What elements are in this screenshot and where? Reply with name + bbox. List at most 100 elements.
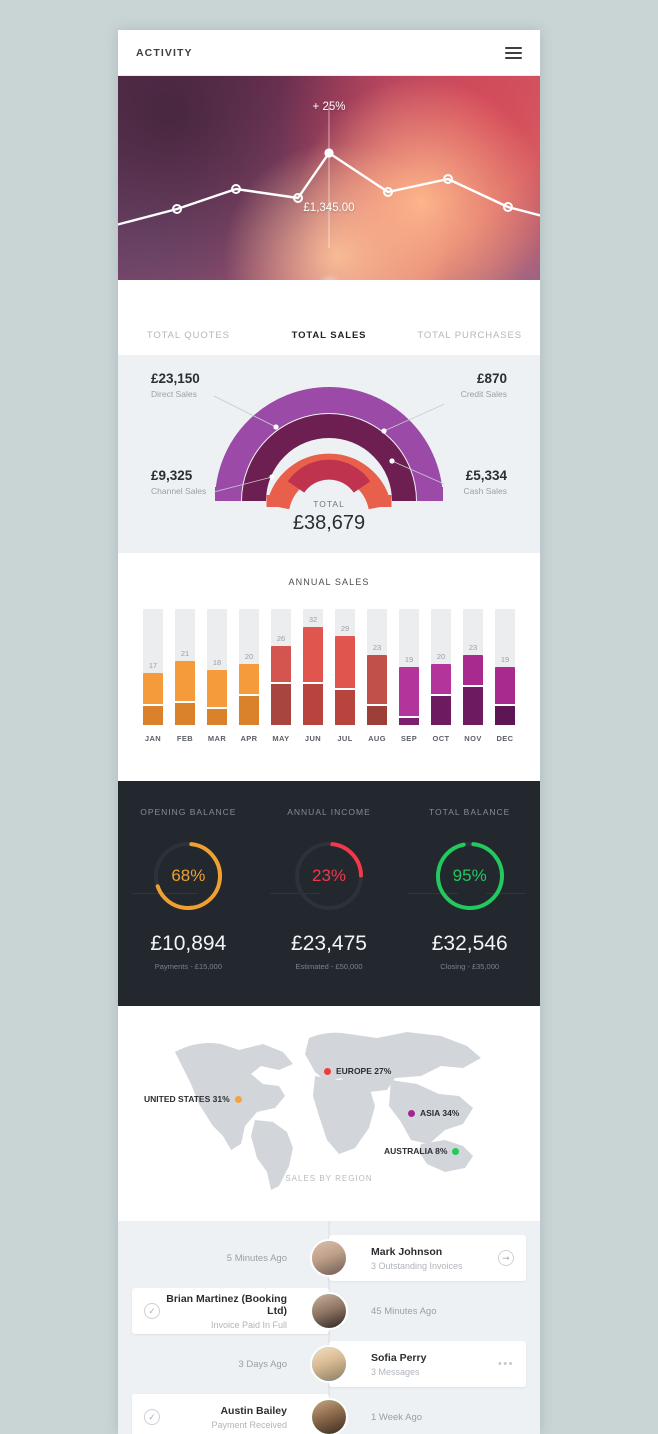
scrubber-tick-4[interactable]: 15 DEC [374,288,409,308]
bar-sep[interactable]: 19 [399,609,419,725]
bar-nov[interactable]: 23 [463,609,483,725]
bar-apr[interactable]: 20 [239,609,259,725]
bar-fill [175,661,195,725]
feed-text: Mark Johnson 3 Outstanding Invoices [371,1246,463,1271]
bar-jul[interactable]: 29 [335,609,355,725]
balance-percent: 95% [452,866,487,885]
balance-card-1[interactable]: ANNUAL INCOME 23% £23,475 Estimated - £50,0… [259,807,400,971]
gauge-total-value: £38,679 [292,512,366,534]
page-title: ACTIVITY [136,46,193,59]
date-scrubber[interactable]: 15 OCT 30 OCT 15 NOV 30 NOV 15 DEC 30 DE… [118,280,540,316]
bar-sub-fill [239,694,259,725]
scrubber-tick-5[interactable]: 30 DEC [434,288,469,308]
scrubber-tick-6[interactable]: 15 JAN [494,288,527,308]
bar-label: FEB [176,734,194,743]
bar-sub-fill [431,694,451,725]
feed-card[interactable]: Mark Johnson 3 Outstanding Invoices ➞ [329,1235,526,1281]
bar-value: 21 [180,649,190,658]
gauge-key: Cash Sales [463,486,507,496]
bar-oct[interactable]: 20 [431,609,451,725]
balance-percent: 23% [311,866,347,885]
feed-name: Sofia Perry [371,1351,427,1364]
bar-fill [239,664,259,725]
scrubber-tick-0[interactable]: 15 OCT [131,288,166,308]
feed-sub: Invoice Paid In Full [210,1319,287,1330]
balance-card-0[interactable]: OPENING BALANCE 68% £10,894 Payments - £15,… [118,807,259,971]
bar-value: 19 [404,655,414,664]
bar-dec[interactable]: 19 [495,609,515,725]
go-arrow-icon[interactable]: ➞ [498,1250,514,1266]
bar-sub-fill [399,716,419,725]
map-region-label: ASIA 34% [420,1108,460,1118]
bar-sub-fill [271,682,291,725]
gauge-stat-channel-sales: £9,325 Channel Sales [151,468,206,496]
bar-fill [207,670,227,725]
feed-name: Mark Johnson [371,1245,443,1258]
map-pin-asia[interactable]: ASIA 34% [408,1108,459,1118]
more-options-icon[interactable]: ••• [498,1358,514,1369]
feed-name: Brian Martinez (Booking Ltd) [166,1292,287,1317]
app-header: ACTIVITY [118,30,540,76]
activity-feed: Mark Johnson 3 Outstanding Invoices ➞ 5 Min… [118,1221,540,1434]
balances-panel: OPENING BALANCE 68% £10,894 Payments - £15,… [118,781,540,1006]
gauge-stat-direct-sales: £23,150 Direct Sales [151,371,200,399]
avatar[interactable] [310,1239,348,1277]
scrubber-tick-3[interactable]: 30 NOV [313,288,348,308]
avatar[interactable] [310,1292,348,1330]
bar-fill [367,655,387,725]
tab-total-sales[interactable]: TOTAL SALES [259,330,400,341]
balance-card-2[interactable]: TOTAL BALANCE 95% £32,546 Closing - £35,000 [399,807,540,971]
tab-total-purchases[interactable]: TOTAL PURCHASES [399,330,540,341]
bar-sub-fill [463,685,483,725]
feed-card[interactable]: Sofia Perry 3 Messages ••• [329,1341,526,1387]
activity-line-chart[interactable]: + 25% £1,345.00 [118,76,540,280]
scrubber-tick-1[interactable]: 30 OCT [191,288,226,308]
gauge-total: TOTAL £38,679 [118,499,540,535]
avatar[interactable] [310,1398,348,1434]
feed-sub: 3 Messages [371,1366,420,1377]
bar-label: SEP [400,734,418,743]
bar-sub-fill [303,682,323,725]
gauge-value: £870 [476,371,507,386]
bar-jun[interactable]: 32 [303,609,323,725]
tab-total-quotes[interactable]: TOTAL QUOTES [118,330,259,341]
feed-text: Sofia Perry 3 Messages [371,1352,426,1377]
feed-card[interactable]: Brian Martinez (Booking Ltd) Invoice Paid… [132,1288,329,1334]
sales-by-region-map: UNITED STATES 31% EUROPE 27% ASIA 34% AU… [118,1006,540,1221]
bar-feb[interactable]: 21 [175,609,195,725]
feed-row: Brian Martinez (Booking Ltd) Invoice Paid… [118,1288,540,1334]
bar-may[interactable]: 26 [271,609,291,725]
bar-jan[interactable]: 17 [143,609,163,725]
balance-sub: Payments - £15,000 [154,962,222,971]
bar-aug[interactable]: 23 [367,609,387,725]
hamburger-icon[interactable] [505,46,522,59]
balance-sub: Closing - £35,000 [440,962,500,971]
balance-label: OPENING BALANCE [140,807,237,817]
map-pin-united-states[interactable]: UNITED STATES 31% [144,1094,242,1104]
gauge-stat-credit-sales: £870 Credit Sales [461,371,507,399]
gauge-key: Direct Sales [151,389,197,399]
feed-card[interactable]: Austin Bailey Payment Received ✓ [132,1394,329,1434]
bar-label: JUL [337,734,353,743]
gauge-total-label: TOTAL [313,499,345,509]
map-caption: SALES BY REGION [285,1174,373,1183]
map-pin-europe[interactable]: EUROPE 27% [324,1066,391,1076]
bar-value: 18 [212,658,222,667]
check-icon[interactable]: ✓ [144,1409,160,1425]
bar-sub-fill [335,688,355,725]
avatar[interactable] [310,1345,348,1383]
map-pin-australia[interactable]: AUSTRALIA 8% [384,1146,460,1156]
bar-sub-fill [175,701,195,725]
feed-sub: Payment Received [211,1419,287,1430]
bar-sub-fill [207,707,227,725]
check-icon[interactable]: ✓ [144,1303,160,1319]
bar-fill [495,667,515,725]
map-region-label: AUSTRALIA 8% [384,1146,448,1156]
bar-fill [271,646,291,725]
bar-mar[interactable]: 18 [207,609,227,725]
bar-fill [463,655,483,725]
scrubber-tick-2[interactable]: 15 NOV [252,288,287,308]
annual-sales-section: ANNUAL SALES 17 21 18 20 26 32 29 23 19 20 23 19 JA… [118,553,540,781]
hero-percent-label: + 25% [312,101,346,113]
gauge-value: £5,334 [465,468,507,483]
